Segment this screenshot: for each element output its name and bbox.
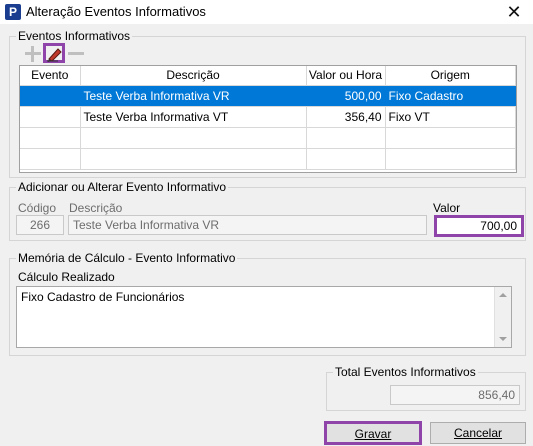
cell-valor[interactable]: 500,00 [306, 85, 386, 107]
memo-group-legend: Memória de Cálculo - Evento Informativo [16, 251, 238, 265]
close-button[interactable]: ✕ [503, 1, 525, 23]
add-event-icon[interactable] [24, 45, 42, 63]
pencil-icon [47, 48, 62, 62]
title-bar: P Alteração Eventos Informativos ✕ [0, 0, 533, 24]
col-header-descricao[interactable]: Descrição [80, 66, 307, 86]
dialog-window: P Alteração Eventos Informativos ✕ Event… [0, 0, 533, 446]
events-table[interactable]: Evento Descrição Valor ou Hora Origem Te… [19, 65, 517, 173]
valor-input[interactable]: 700,00 [434, 215, 524, 237]
total-field: 856,40 [390, 385, 520, 405]
col-header-origem[interactable]: Origem [385, 66, 516, 86]
calculo-text: Fixo Cadastro de Funcionários [21, 290, 185, 304]
window-title: Alteração Eventos Informativos [26, 4, 206, 19]
cell-descricao[interactable]: Teste Verba Informativa VR [80, 85, 307, 107]
cell-origem[interactable]: Fixo VT [385, 106, 516, 128]
cell-origem[interactable]: Fixo Cadastro [385, 85, 516, 107]
edit-event-group-legend: Adicionar ou Alterar Evento Informativo [16, 180, 229, 194]
valor-label: Valor [433, 201, 461, 215]
cell-evento[interactable] [20, 106, 81, 128]
descricao-label: Descrição [69, 201, 123, 215]
edit-event-icon[interactable] [43, 43, 65, 63]
col-header-evento[interactable]: Evento [20, 66, 81, 86]
gravar-button[interactable]: Gravar [324, 421, 422, 445]
table-row[interactable]: Teste Verba Informativa VR 500,00 Fixo C… [20, 85, 516, 107]
table-row[interactable]: Teste Verba Informativa VT 356,40 Fixo V… [20, 106, 516, 128]
memo-scrollbar[interactable] [494, 287, 511, 347]
events-group-legend: Eventos Informativos [16, 29, 133, 43]
table-header-row: Evento Descrição Valor ou Hora Origem [20, 66, 516, 86]
remove-event-icon[interactable] [67, 45, 85, 63]
cell-valor[interactable]: 356,40 [306, 106, 386, 128]
descricao-field[interactable]: Teste Verba Informativa VR [68, 215, 427, 235]
gravar-label: Gravar [354, 427, 392, 441]
scroll-up-icon[interactable] [499, 293, 507, 297]
cancelar-label: Cancelar [453, 426, 503, 440]
table-row-empty[interactable] [20, 148, 516, 170]
codigo-field[interactable]: 266 [16, 215, 64, 235]
codigo-label: Código [18, 201, 57, 215]
table-row-empty[interactable] [20, 127, 516, 149]
calculo-textarea[interactable]: Fixo Cadastro de Funcionários [16, 286, 512, 348]
col-header-valor[interactable]: Valor ou Hora [306, 66, 386, 86]
app-logo-icon: P [5, 4, 21, 20]
scroll-down-icon[interactable] [499, 337, 507, 341]
cell-evento[interactable] [20, 85, 81, 107]
cell-descricao[interactable]: Teste Verba Informativa VT [80, 106, 307, 128]
total-group-legend: Total Eventos Informativos [333, 365, 478, 379]
calculo-label: Cálculo Realizado [18, 270, 115, 284]
cancelar-button[interactable]: Cancelar [430, 422, 526, 444]
